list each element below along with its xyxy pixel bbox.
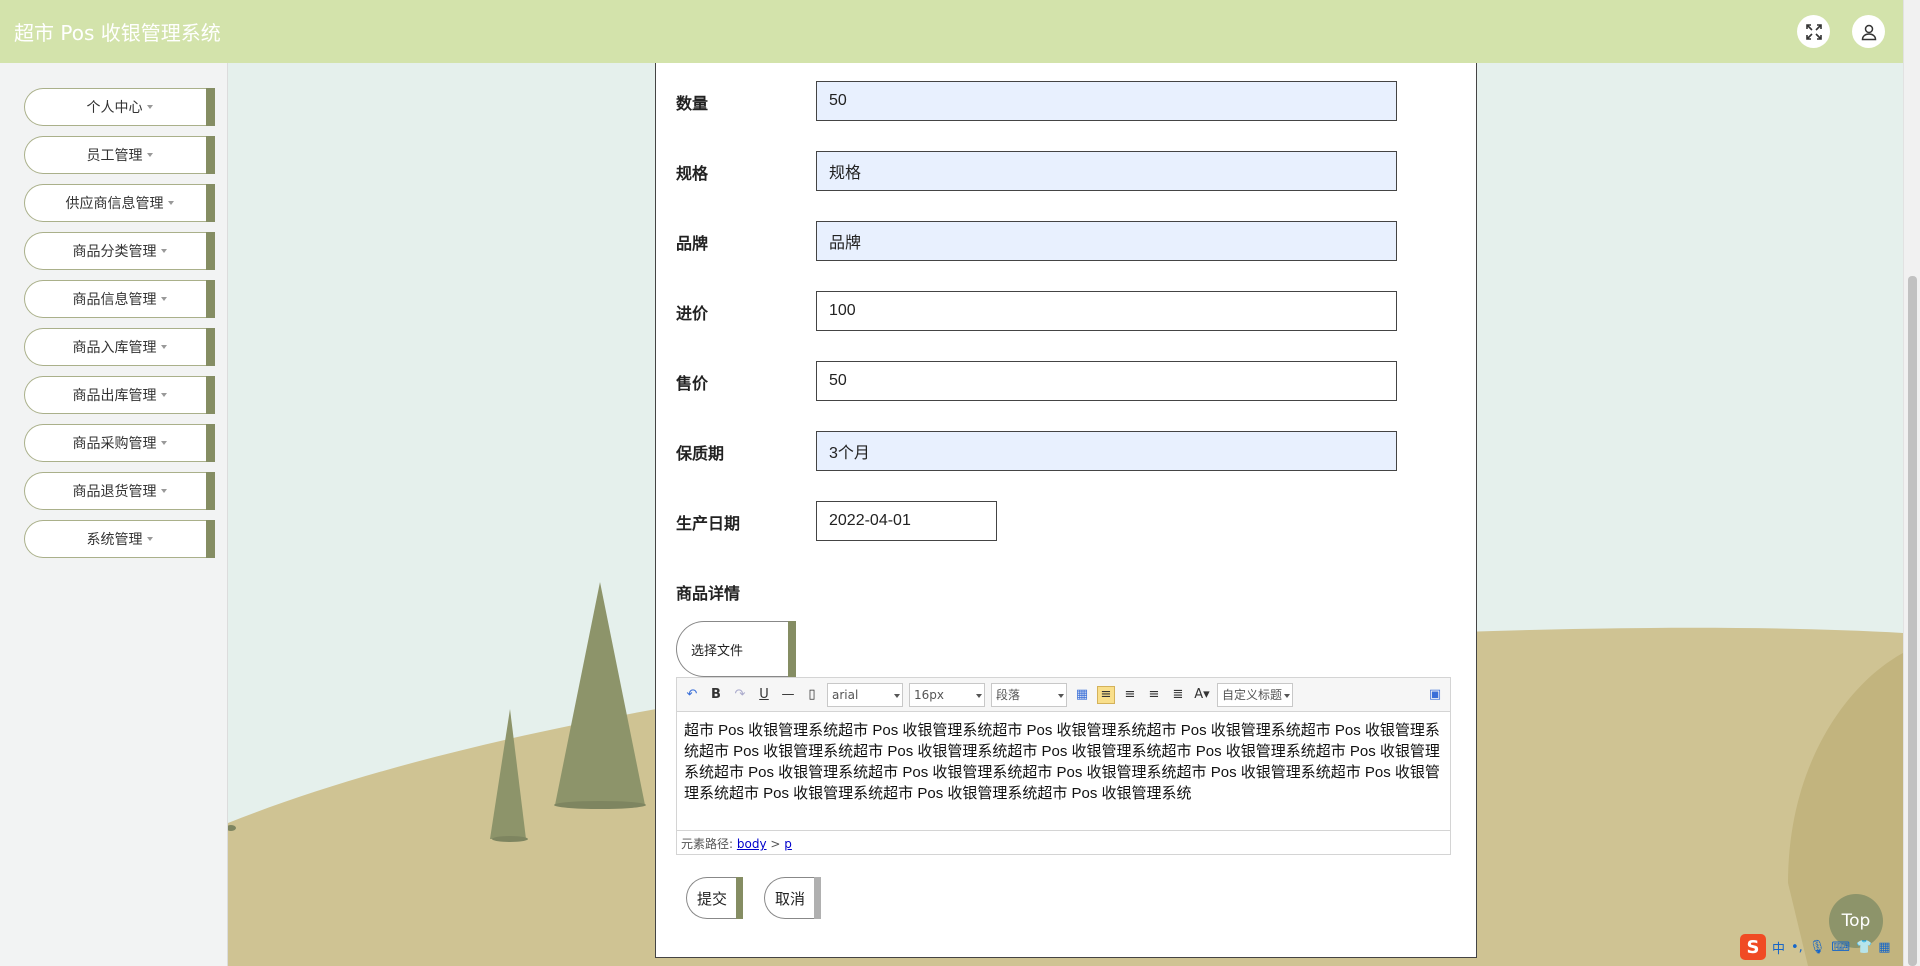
- sidebar-item-product-info[interactable]: 商品信息管理: [24, 280, 215, 318]
- align-left-icon[interactable]: ≡: [1097, 685, 1115, 704]
- submit-label: 提交: [697, 889, 728, 908]
- top-header: 超市 Pos 收银管理系统: [0, 0, 1903, 63]
- microphone-icon[interactable]: 🎙: [1809, 940, 1826, 955]
- production-date-label: 生产日期: [676, 514, 741, 533]
- font-color-icon[interactable]: A▾: [1193, 686, 1211, 704]
- sale-price-label: 售价: [676, 374, 709, 393]
- shelf-life-label: 保质期: [676, 444, 725, 463]
- sidebar-item-label: 商品分类管理: [72, 244, 157, 260]
- details-label: 商品详情: [676, 584, 741, 603]
- align-justify-icon[interactable]: ≣: [1169, 686, 1187, 704]
- spec-label: 规格: [676, 164, 709, 183]
- shelf-life-input[interactable]: 3个月: [816, 431, 1397, 471]
- cost-price-label: 进价: [676, 304, 709, 323]
- sidebar-item-label: 个人中心: [86, 100, 143, 116]
- sidebar-item-label: 商品信息管理: [72, 292, 157, 308]
- sidebar: 个人中心 员工管理 供应商信息管理 商品分类管理 商品信息管理 商品入库管理 商…: [0, 63, 228, 966]
- cost-price-input[interactable]: 100: [816, 291, 1397, 331]
- sidebar-item-staff[interactable]: 员工管理: [24, 136, 215, 174]
- sidebar-item-purchase[interactable]: 商品采购管理: [24, 424, 215, 462]
- underline-icon[interactable]: U: [755, 686, 773, 704]
- horizontal-rule-icon[interactable]: —: [779, 686, 797, 704]
- sogou-logo-icon[interactable]: S: [1740, 934, 1766, 960]
- sidebar-item-label: 员工管理: [86, 148, 143, 164]
- scrollbar-thumb[interactable]: [1908, 276, 1917, 966]
- caret-down-icon: [146, 105, 153, 109]
- font-family-select[interactable]: arial: [827, 682, 903, 707]
- submit-button[interactable]: 提交: [686, 877, 743, 919]
- path-p-link[interactable]: p: [784, 837, 792, 851]
- ime-toolbar: S 中 •, 🎙 ⌨ 👕 ▦: [1740, 932, 1903, 962]
- choose-file-label: 选择文件: [691, 643, 744, 659]
- apps-icon[interactable]: ▦: [1878, 940, 1890, 955]
- preview-icon[interactable]: ▣: [1426, 686, 1444, 704]
- quantity-label: 数量: [676, 94, 709, 113]
- brand-input[interactable]: 品牌: [816, 221, 1397, 261]
- align-center-icon[interactable]: ≡: [1145, 686, 1163, 704]
- sidebar-item-return[interactable]: 商品退货管理: [24, 472, 215, 510]
- redo-icon[interactable]: ↷: [731, 686, 749, 704]
- caret-down-icon: [160, 345, 167, 349]
- sidebar-item-category[interactable]: 商品分类管理: [24, 232, 215, 270]
- table-icon[interactable]: ▦: [1073, 686, 1091, 704]
- editor-toolbar: ↶ B ↷ U — ▯ arial 16px 段落 ▦ ≡ ≡ ≡ ≣ A▾ 自…: [677, 678, 1450, 712]
- fullscreen-icon[interactable]: [1797, 15, 1830, 48]
- sidebar-item-personal-center[interactable]: 个人中心: [24, 88, 215, 126]
- ime-lang-label[interactable]: 中: [1772, 938, 1785, 957]
- caret-down-icon: [160, 249, 167, 253]
- sidebar-item-label: 供应商信息管理: [65, 196, 164, 212]
- editor-content[interactable]: 超市 Pos 收银管理系统超市 Pos 收银管理系统超市 Pos 收银管理系统超…: [677, 712, 1450, 830]
- sidebar-item-stock-out[interactable]: 商品出库管理: [24, 376, 215, 414]
- caret-down-icon: [160, 441, 167, 445]
- sidebar-item-system[interactable]: 系统管理: [24, 520, 215, 558]
- product-form-panel: 数量 50 规格 规格 品牌 品牌 进价 100 售价 50 保质期 3个月 生…: [655, 63, 1477, 958]
- production-date-input[interactable]: 2022-04-01: [816, 501, 997, 541]
- page-scrollbar[interactable]: [1903, 0, 1920, 966]
- spec-input[interactable]: 规格: [816, 151, 1397, 191]
- caret-down-icon: [160, 393, 167, 397]
- header-actions: [1797, 15, 1885, 48]
- path-body-link[interactable]: body: [737, 837, 767, 851]
- choose-file-button[interactable]: 选择文件: [676, 621, 796, 677]
- caret-down-icon: [160, 297, 167, 301]
- page-icon[interactable]: ▯: [803, 686, 821, 704]
- custom-title-select[interactable]: 自定义标题: [1217, 682, 1293, 707]
- caret-down-icon: [146, 153, 153, 157]
- quantity-input[interactable]: 50: [816, 81, 1397, 121]
- bold-icon[interactable]: B: [707, 686, 725, 704]
- app-title: 超市 Pos 收银管理系统: [14, 21, 221, 45]
- font-size-select[interactable]: 16px: [909, 682, 985, 707]
- sidebar-item-label: 商品退货管理: [72, 484, 157, 500]
- caret-down-icon: [160, 489, 167, 493]
- cancel-button[interactable]: 取消: [764, 877, 821, 919]
- keyboard-icon[interactable]: ⌨: [1831, 940, 1850, 955]
- sidebar-item-label: 系统管理: [86, 532, 143, 548]
- path-label: 元素路径:: [681, 837, 734, 851]
- user-icon[interactable]: [1852, 15, 1885, 48]
- brand-label: 品牌: [676, 234, 709, 253]
- paragraph-select[interactable]: 段落: [991, 682, 1067, 707]
- caret-down-icon: [146, 537, 153, 541]
- sidebar-item-label: 商品入库管理: [72, 340, 157, 356]
- sidebar-item-stock-in[interactable]: 商品入库管理: [24, 328, 215, 366]
- rich-text-editor: ↶ B ↷ U — ▯ arial 16px 段落 ▦ ≡ ≡ ≡ ≣ A▾ 自…: [676, 677, 1451, 855]
- sidebar-item-supplier[interactable]: 供应商信息管理: [24, 184, 215, 222]
- align-right-icon[interactable]: ≡: [1121, 686, 1139, 704]
- path-separator: >: [770, 837, 781, 851]
- sidebar-item-label: 商品出库管理: [72, 388, 157, 404]
- cancel-label: 取消: [775, 889, 806, 908]
- undo-icon[interactable]: ↶: [683, 686, 701, 704]
- sale-price-input[interactable]: 50: [816, 361, 1397, 401]
- skin-icon[interactable]: 👕: [1856, 940, 1872, 955]
- caret-down-icon: [167, 201, 174, 205]
- punctuation-icon[interactable]: •,: [1791, 940, 1803, 955]
- editor-element-path: 元素路径: body > p: [677, 830, 1450, 854]
- sidebar-item-label: 商品采购管理: [72, 436, 157, 452]
